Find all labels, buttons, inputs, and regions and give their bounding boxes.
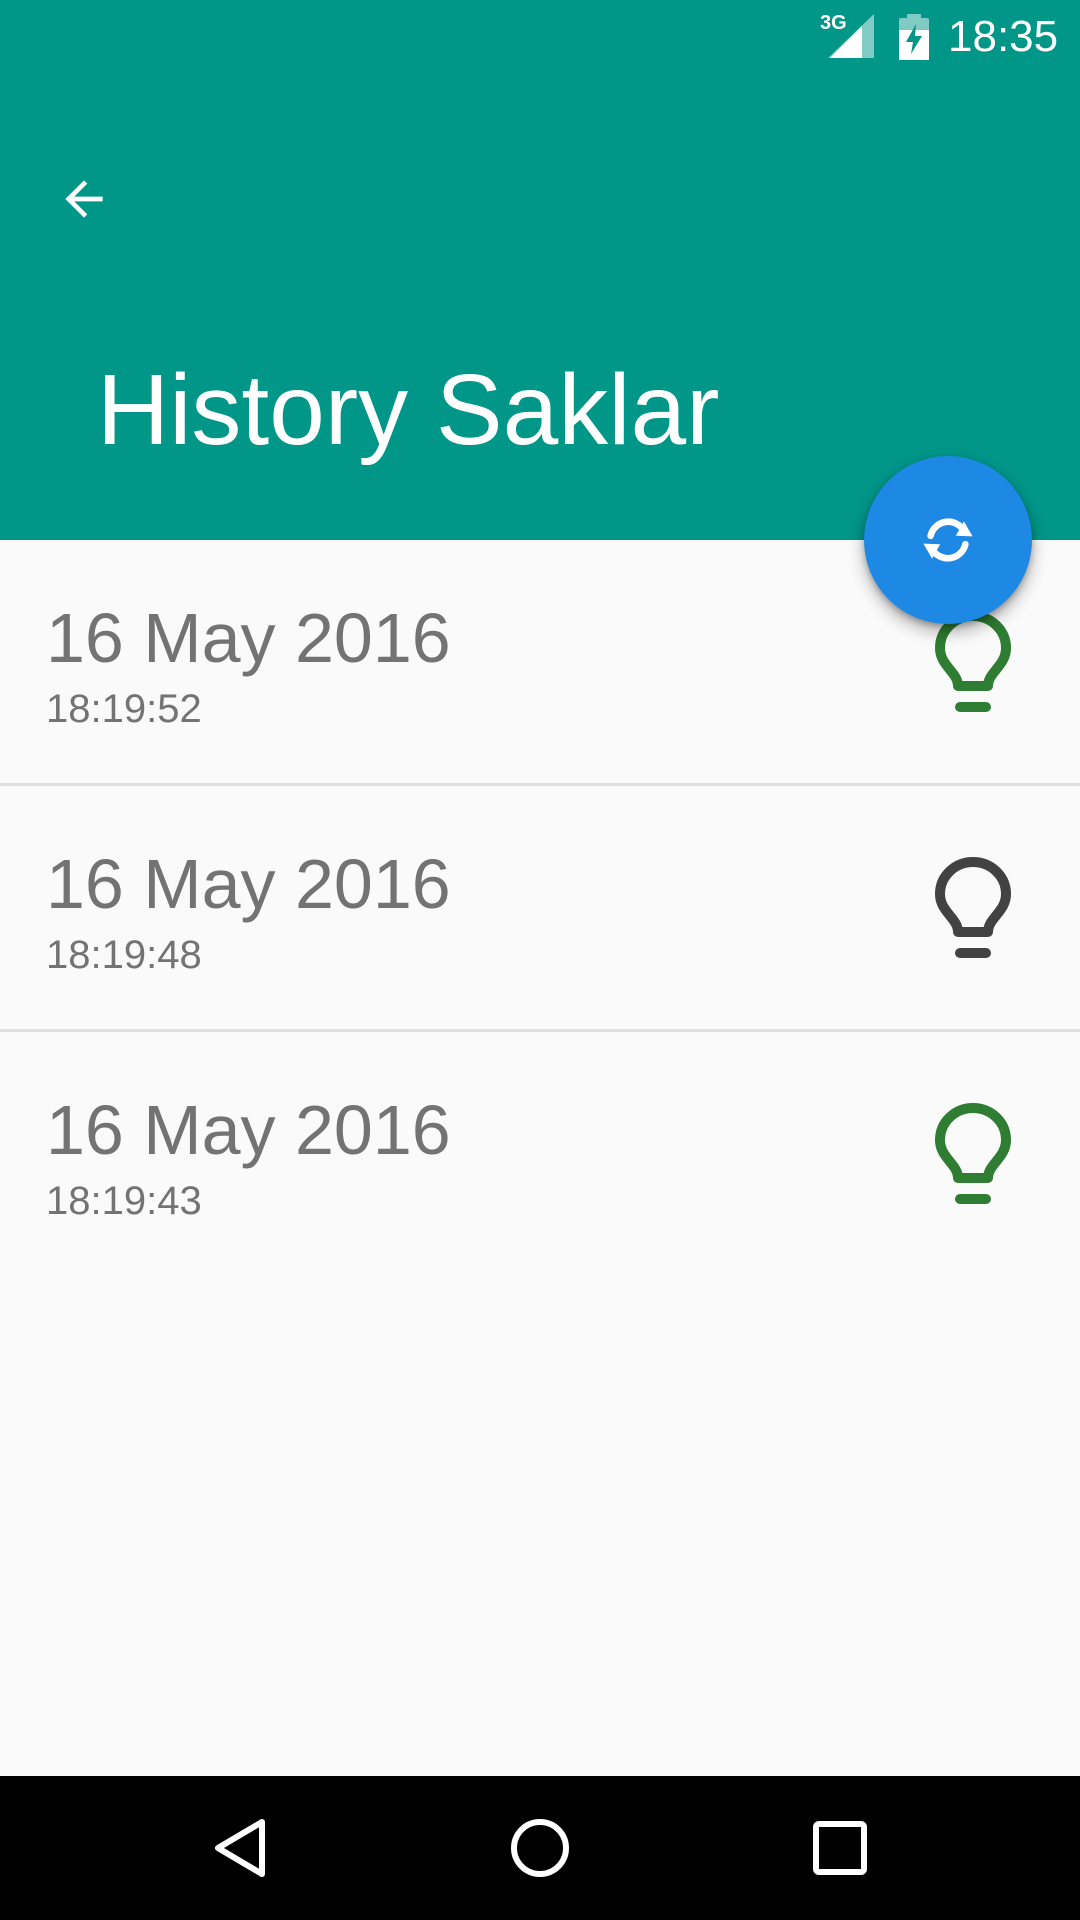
item-time: 18:19:48 bbox=[46, 933, 202, 977]
lightbulb-icon bbox=[935, 1103, 1011, 1204]
status-clock: 18:35 bbox=[948, 12, 1059, 61]
nav-back-button[interactable] bbox=[190, 1798, 290, 1898]
arrow-left-icon bbox=[65, 180, 103, 218]
history-list: 16 May 2016 18:19:52 16 May 2016 18:19:4… bbox=[0, 540, 1080, 1275]
status-bar: 3G 18:35 bbox=[0, 0, 1080, 75]
list-item[interactable]: 16 May 2016 18:19:48 bbox=[0, 786, 1080, 1032]
refresh-button[interactable] bbox=[864, 456, 1032, 624]
navigation-bar bbox=[0, 1776, 1080, 1920]
list-item[interactable]: 16 May 2016 18:19:43 bbox=[0, 1032, 1080, 1275]
item-time: 18:19:52 bbox=[46, 687, 202, 731]
lightbulb-icon bbox=[935, 611, 1011, 712]
page-title: History Saklar bbox=[97, 354, 720, 466]
square-recents-icon bbox=[813, 1821, 867, 1875]
nav-recents-button[interactable] bbox=[790, 1798, 890, 1898]
item-date: 16 May 2016 bbox=[46, 599, 451, 677]
circle-home-icon bbox=[511, 1819, 569, 1877]
triangle-back-icon bbox=[215, 1819, 265, 1877]
item-date: 16 May 2016 bbox=[46, 845, 451, 923]
battery-charging-icon bbox=[899, 14, 929, 60]
lightbulb-icon bbox=[935, 857, 1011, 958]
item-date: 16 May 2016 bbox=[46, 1091, 451, 1169]
item-time: 18:19:43 bbox=[46, 1179, 202, 1223]
refresh-icon bbox=[923, 518, 973, 562]
nav-home-button[interactable] bbox=[490, 1798, 590, 1898]
back-button[interactable] bbox=[40, 155, 128, 243]
screen: 3G 18:35 History Saklar 16 May 2016 18:1… bbox=[0, 0, 1080, 1920]
network-type: 3G bbox=[820, 12, 847, 34]
